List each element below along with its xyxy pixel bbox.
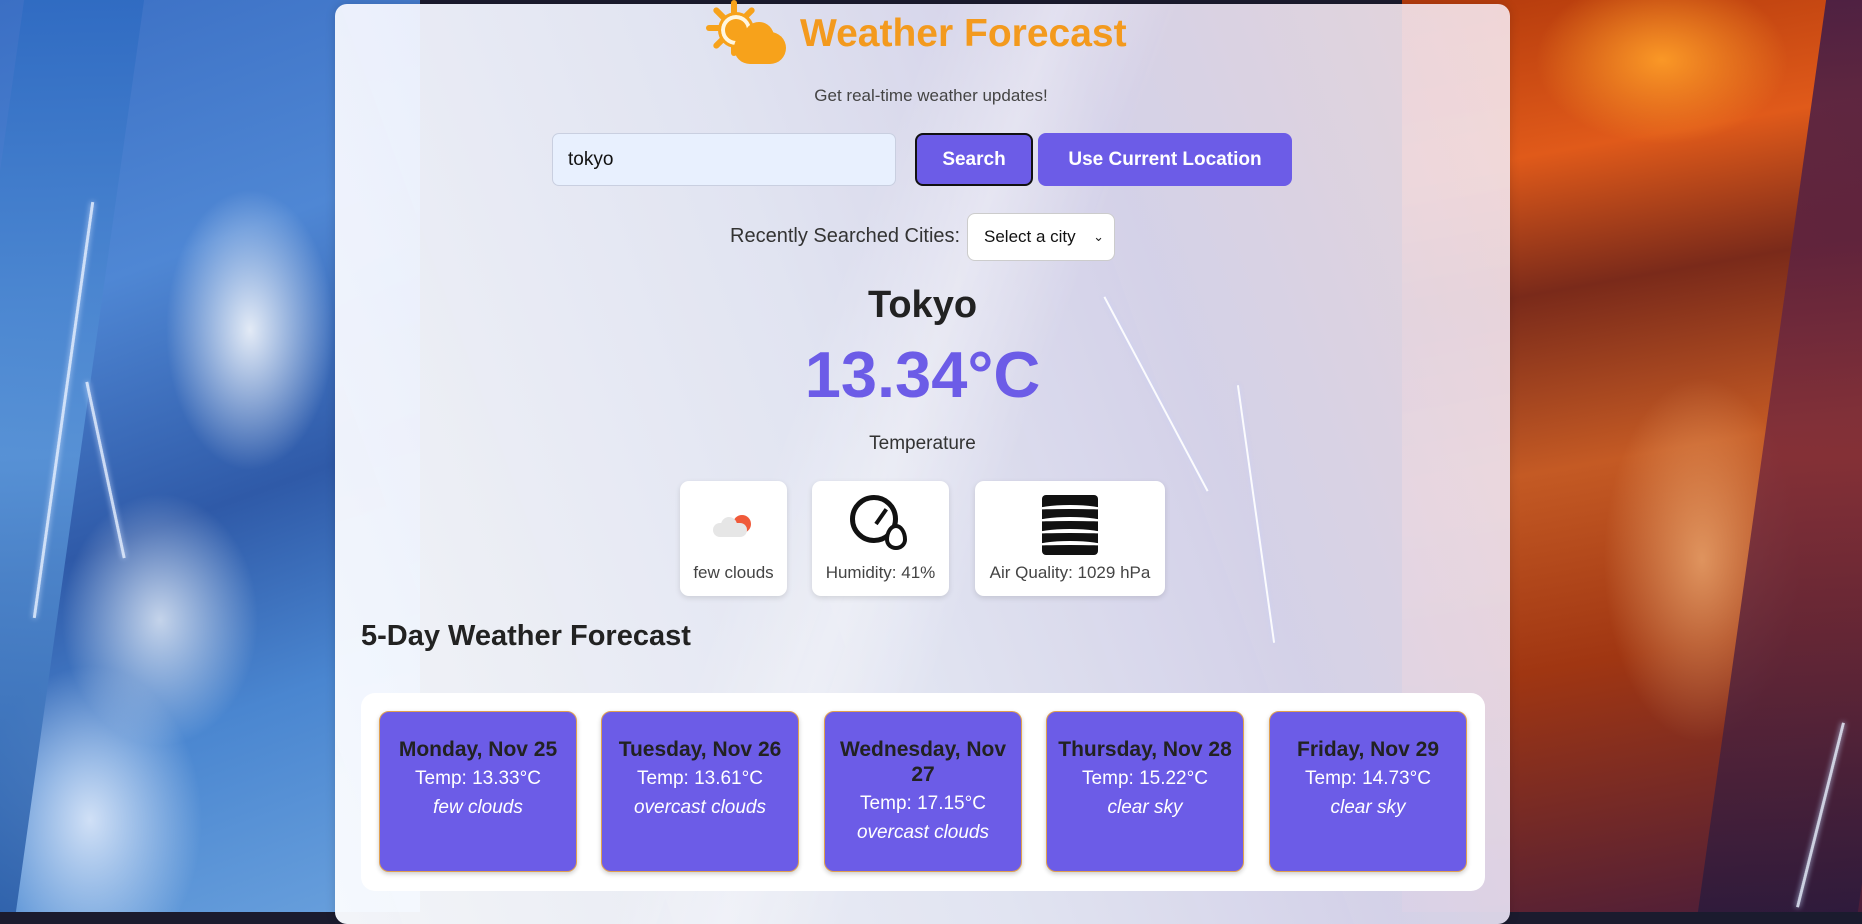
forecast-description: overcast clouds [633, 797, 766, 818]
forecast-temp: Temp: 17.15°C [860, 793, 986, 814]
search-button[interactable]: Search [915, 133, 1033, 186]
forecast-day-card: Tuesday, Nov 26 Temp: 13.61°C overcast c… [601, 711, 799, 872]
condition-text: few clouds [693, 563, 774, 582]
forecast-day-card: Friday, Nov 29 Temp: 14.73°C clear sky [1269, 711, 1467, 872]
recent-cities-label: Recently Searched Cities: [730, 225, 961, 247]
current-city-name: Tokyo [867, 284, 978, 326]
forecast-day-card: Monday, Nov 25 Temp: 13.33°C few clouds [379, 711, 577, 872]
forecast-temp: Temp: 15.22°C [1082, 768, 1208, 789]
air-quality-icon [1042, 495, 1098, 555]
current-temperature: 13.34°C [804, 338, 1041, 411]
forecast-title: 5-Day Weather Forecast [361, 620, 691, 652]
forecast-date: Friday, Nov 29 [1297, 738, 1439, 761]
temperature-label: Temperature [869, 433, 976, 454]
forecast-date: Wednesday, Nov 27 [839, 738, 1007, 786]
humidity-gauge-icon [850, 495, 907, 550]
forecast-description: few clouds [433, 797, 523, 818]
air-quality-card: Air Quality: 1029 hPa [975, 481, 1165, 596]
use-current-location-button[interactable]: Use Current Location [1038, 133, 1292, 186]
sun-cloud-icon [704, 0, 788, 70]
air-quality-text: Air Quality: 1029 hPa [989, 563, 1151, 582]
humidity-card: Humidity: 41% [812, 481, 949, 596]
humidity-text: Humidity: 41% [825, 563, 936, 582]
forecast-date: Thursday, Nov 28 [1058, 738, 1232, 761]
page-title: Weather Forecast [800, 12, 1127, 55]
forecast-temp: Temp: 13.61°C [637, 768, 763, 789]
forecast-date: Monday, Nov 25 [398, 738, 558, 761]
forecast-day-card: Thursday, Nov 28 Temp: 15.22°C clear sky [1046, 711, 1244, 872]
forecast-temp: Temp: 13.33°C [415, 768, 541, 789]
page-subtitle: Get real-time weather updates! [814, 86, 1048, 105]
chevron-down-icon: ⌄ [1093, 229, 1104, 244]
lightning-bolt [1236, 385, 1276, 643]
forecast-description: overcast clouds [856, 822, 989, 843]
forecast-day-card: Wednesday, Nov 27 Temp: 17.15°C overcast… [824, 711, 1022, 872]
recent-cities-select[interactable]: Select a city ⌄ [967, 213, 1115, 261]
forecast-temp: Temp: 14.73°C [1305, 768, 1431, 789]
recent-cities-selected: Select a city [984, 227, 1076, 246]
city-search-input[interactable] [552, 133, 896, 186]
forecast-date: Tuesday, Nov 26 [618, 738, 782, 761]
few-clouds-icon [713, 515, 753, 537]
forecast-description: clear sky [1107, 797, 1183, 818]
forecast-description: clear sky [1330, 797, 1406, 818]
condition-card: few clouds [680, 481, 787, 596]
